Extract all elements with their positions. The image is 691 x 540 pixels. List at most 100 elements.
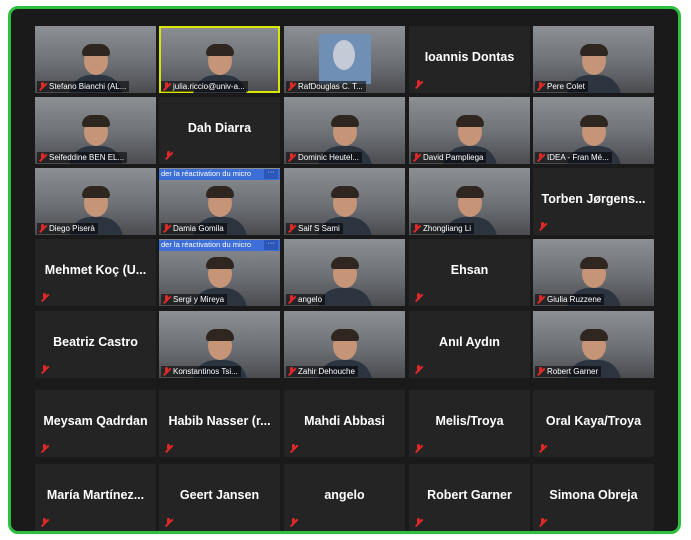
participant-name: Anıl Aydın xyxy=(439,335,500,349)
participant-tile[interactable]: Anıl Aydın xyxy=(409,311,530,378)
participant-tile[interactable]: Oral Kaya/Troya xyxy=(533,390,654,457)
participant-name: RafDouglas C. T... xyxy=(298,82,363,91)
participant-tile[interactable]: Konstantinos Tsi... xyxy=(159,311,280,378)
participant-tile[interactable]: Robert Garner xyxy=(409,464,530,531)
participant-tile[interactable]: julia.riccio@univ-a... xyxy=(159,26,280,93)
participant-name-label: Dominic Heutel... xyxy=(286,152,362,163)
participant-name: angelo xyxy=(298,295,323,304)
participant-name: Simona Obreja xyxy=(549,488,638,502)
participant-name-label: Diego Piserà xyxy=(37,223,98,234)
mic-muted-icon xyxy=(164,151,173,160)
participant-tile[interactable]: Zhongliang Li xyxy=(409,168,530,235)
participant-tile[interactable]: Meysam Qadrdan xyxy=(35,390,156,457)
mic-muted-icon xyxy=(38,153,47,162)
mic-muted-icon xyxy=(538,518,547,527)
participant-tile[interactable]: Giulia Ruzzene xyxy=(533,239,654,306)
participant-tile[interactable]: David Pampliega xyxy=(409,97,530,164)
participant-tile[interactable]: Seifeddine BEN EL... xyxy=(35,97,156,164)
participant-name: Robert Garner xyxy=(547,367,599,376)
participant-name: María Martínez... xyxy=(46,488,145,502)
participant-name: Oral Kaya/Troya xyxy=(545,414,642,428)
participant-tile[interactable]: Habib Nasser (r... xyxy=(159,390,280,457)
participant-tile[interactable]: Melis/Troya xyxy=(409,390,530,457)
participant-name-label: Stefano Bianchi (AL... xyxy=(37,81,130,92)
mic-muted-icon xyxy=(414,365,423,374)
participant-name: angelo xyxy=(324,488,365,502)
video-feed xyxy=(317,257,372,306)
participant-name: Giulia Ruzzene xyxy=(547,295,602,304)
participant-name: Habib Nasser (r... xyxy=(168,414,271,428)
participant-name-label: Sergi y Mireya xyxy=(161,294,228,305)
participant-tile[interactable]: María Martínez... xyxy=(35,464,156,531)
mic-muted-icon xyxy=(536,367,545,376)
participant-name: Diego Piserà xyxy=(49,224,95,233)
participant-name: Mehmet Koç (U... xyxy=(44,263,147,277)
participant-name-label: Zhongliang Li xyxy=(411,223,475,234)
participant-tile[interactable]: Beatriz Castro xyxy=(35,311,156,378)
participant-tile[interactable]: angelo xyxy=(284,464,405,531)
more-options-button[interactable]: ··· xyxy=(264,169,278,179)
participant-name: Sergi y Mireya xyxy=(173,295,225,304)
participant-tile[interactable]: Ehsan xyxy=(409,239,530,306)
participant-tile[interactable]: Geert Jansen xyxy=(159,464,280,531)
mic-muted-icon xyxy=(162,224,171,233)
participant-name: Ehsan xyxy=(450,263,489,277)
mic-muted-icon xyxy=(287,224,296,233)
participant-tile[interactable]: der la réactivation du micro ··· Sergi y M… xyxy=(159,239,280,306)
mic-muted-icon xyxy=(40,518,49,527)
participant-tile[interactable]: Mehmet Koç (U... xyxy=(35,239,156,306)
mic-muted-icon xyxy=(162,367,171,376)
participant-name-label: Robert Garner xyxy=(535,366,602,377)
mic-muted-icon xyxy=(162,82,171,91)
zoom-gallery-window: Stefano Bianchi (AL... julia.riccio@univ-… xyxy=(8,6,681,534)
participant-tile[interactable]: RafDouglas C. T... xyxy=(284,26,405,93)
participant-name-label: David Pampliega xyxy=(411,152,487,163)
mic-muted-icon xyxy=(414,293,423,302)
participant-name: Dominic Heutel... xyxy=(298,153,359,162)
participant-name: Pere Colet xyxy=(547,82,585,91)
participant-tile[interactable]: Simona Obreja xyxy=(533,464,654,531)
banner-text: der la réactivation du micro xyxy=(161,169,252,178)
participant-tile[interactable]: IDEA - Fran Mé... xyxy=(533,97,654,164)
participant-tile[interactable]: Saif S Sami xyxy=(284,168,405,235)
participant-tile[interactable]: Dominic Heutel... xyxy=(284,97,405,164)
participant-name: Konstantinos Tsi... xyxy=(173,367,238,376)
participant-name-label: Zahir Dehouche xyxy=(286,366,358,377)
participant-name: Geert Jansen xyxy=(179,488,260,502)
mic-muted-icon xyxy=(38,82,47,91)
participant-tile[interactable]: Stefano Bianchi (AL... xyxy=(35,26,156,93)
participant-name-label: Giulia Ruzzene xyxy=(535,294,605,305)
participant-tile[interactable]: Mahdi Abbasi xyxy=(284,390,405,457)
participant-name-label: Pere Colet xyxy=(535,81,588,92)
unmute-request-banner[interactable]: der la réactivation du micro ··· xyxy=(159,240,280,251)
participant-tile[interactable]: Pere Colet xyxy=(533,26,654,93)
participant-name: Saif S Sami xyxy=(298,224,340,233)
participant-name-label: Seifeddine BEN EL... xyxy=(37,152,128,163)
participant-name: David Pampliega xyxy=(423,153,484,162)
participant-tile[interactable]: Ioannis Dontas xyxy=(409,26,530,93)
participant-tile[interactable]: Zahir Dehouche xyxy=(284,311,405,378)
mic-muted-icon xyxy=(164,518,173,527)
more-options-button[interactable]: ··· xyxy=(264,240,278,250)
mic-muted-icon xyxy=(538,222,547,231)
participant-name: Dah Diarra xyxy=(187,121,252,135)
participant-name-label: julia.riccio@univ-a... xyxy=(161,81,248,92)
participant-name: Melis/Troya xyxy=(435,414,504,428)
participant-tile[interactable]: angelo xyxy=(284,239,405,306)
participant-tile[interactable]: Torben Jørgens... xyxy=(533,168,654,235)
mic-muted-icon xyxy=(287,367,296,376)
participant-tile[interactable]: Diego Piserà xyxy=(35,168,156,235)
participant-name: IDEA - Fran Mé... xyxy=(547,153,609,162)
participant-name: Torben Jørgens... xyxy=(541,192,646,206)
participant-name: Seifeddine BEN EL... xyxy=(49,153,125,162)
mic-muted-icon xyxy=(162,295,171,304)
unmute-request-banner[interactable]: der la réactivation du micro ··· xyxy=(159,169,280,180)
participant-name: Stefano Bianchi (AL... xyxy=(49,82,127,91)
mic-muted-icon xyxy=(414,80,423,89)
mic-muted-icon xyxy=(538,444,547,453)
participant-tile[interactable]: Dah Diarra xyxy=(159,97,280,164)
mic-muted-icon xyxy=(287,295,296,304)
participant-name: Ioannis Dontas xyxy=(424,50,515,64)
participant-tile[interactable]: der la réactivation du micro ··· Damia Gom… xyxy=(159,168,280,235)
participant-tile[interactable]: Robert Garner xyxy=(533,311,654,378)
